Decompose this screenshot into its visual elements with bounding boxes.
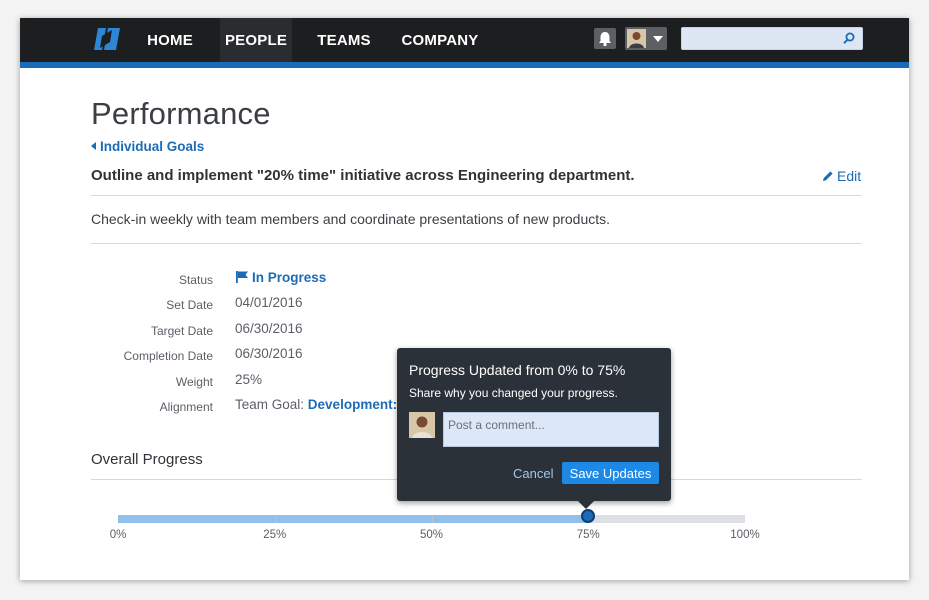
comment-input[interactable] [443, 412, 659, 447]
page-title: Performance [91, 96, 271, 131]
progress-tick-label: 0% [109, 529, 127, 541]
progress-tick-label: 100% [730, 529, 760, 541]
top-nav: HOME PEOPLE TEAMS COMPANY [20, 18, 909, 68]
save-updates-button[interactable]: Save Updates [562, 462, 659, 484]
progress-track[interactable] [118, 515, 745, 523]
edit-button[interactable]: Edit [822, 168, 861, 184]
field-value: 04/01/2016 [235, 295, 303, 310]
progress-tick-label: 75% [576, 529, 600, 541]
progress-tick [274, 515, 276, 523]
field-label: Completion Date [123, 349, 213, 363]
pencil-icon [823, 171, 833, 181]
brand-logo-icon[interactable] [92, 26, 122, 52]
user-menu-button[interactable] [625, 27, 667, 50]
overall-progress-heading: Overall Progress [91, 451, 203, 468]
status-label[interactable]: In Progress [252, 270, 326, 285]
field-set-date: Set Date 04/01/2016 [91, 295, 491, 315]
search-input[interactable] [682, 28, 837, 49]
popover-arrow [578, 501, 594, 509]
avatar [409, 412, 435, 438]
nav-home[interactable]: HOME [138, 18, 202, 62]
goal-description: Check-in weekly with team members and co… [91, 211, 611, 227]
field-label: Alignment [159, 400, 213, 414]
notifications-button[interactable] [594, 28, 616, 49]
field-target-date: Target Date 06/30/2016 [91, 321, 491, 341]
chevron-down-icon [653, 36, 663, 42]
progress-tick-label: 50% [419, 529, 444, 541]
progress-tick [431, 515, 433, 523]
status-value[interactable]: In Progress [235, 270, 326, 285]
field-value: 06/30/2016 [235, 346, 303, 361]
popover-title: Progress Updated from 0% to 75% [409, 362, 626, 378]
field-label: Set Date [166, 298, 213, 312]
progress-tick-label: 25% [263, 529, 287, 541]
search-box[interactable] [681, 27, 863, 50]
field-label: Target Date [150, 324, 213, 338]
popover-subtitle: Share why you changed your progress. [409, 386, 618, 400]
cancel-button[interactable]: Cancel [513, 466, 553, 481]
bell-icon [599, 32, 611, 47]
alignment-prefix: Team Goal: [235, 397, 305, 412]
divider [91, 243, 862, 244]
avatar [627, 29, 646, 48]
nav-company[interactable]: COMPANY [394, 18, 486, 62]
search-icon[interactable] [842, 31, 856, 45]
progress-update-popover: Progress Updated from 0% to 75% Share wh… [397, 348, 671, 501]
edit-label[interactable]: Edit [837, 168, 861, 184]
nav-teams[interactable]: TEAMS [310, 18, 378, 62]
back-link[interactable]: Individual Goals [91, 139, 204, 154]
field-value: 06/30/2016 [235, 321, 303, 336]
field-label: Weight [175, 375, 213, 389]
flag-icon [236, 271, 248, 283]
progress-fill [118, 515, 589, 523]
nav-people[interactable]: PEOPLE [220, 18, 292, 68]
field-value: Team Goal: Development: [235, 397, 397, 412]
field-status: Status In Progress [91, 270, 491, 290]
nav-accent-bar [20, 62, 909, 68]
divider [91, 195, 862, 196]
field-value: 25% [235, 372, 263, 387]
app-window: HOME PEOPLE TEAMS COMPANY Performance In… [20, 18, 909, 580]
field-label: Status [178, 273, 213, 287]
alignment-link[interactable]: Development: [308, 397, 397, 412]
back-link-label[interactable]: Individual Goals [100, 139, 204, 154]
chevron-left-icon [91, 142, 96, 150]
goal-title: Outline and implement "20% time" initiat… [91, 167, 635, 184]
